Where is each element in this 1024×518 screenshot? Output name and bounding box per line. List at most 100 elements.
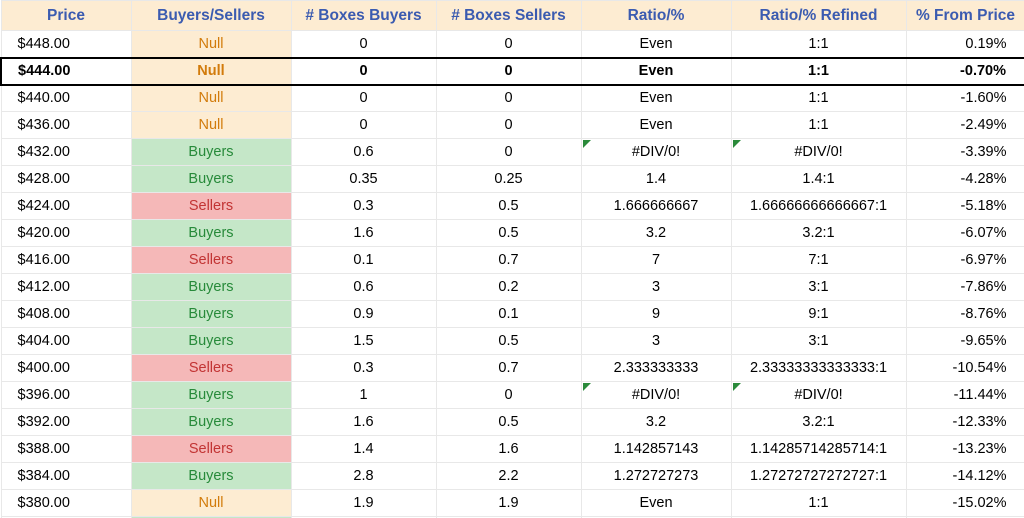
- table-row[interactable]: $396.00Buyers10#DIV/0!#DIV/0!-11.44%: [1, 382, 1024, 409]
- cell-pct[interactable]: -6.97%: [906, 247, 1024, 274]
- table-row[interactable]: $444.00Null00Even1:1-0.70%: [1, 58, 1024, 85]
- cell-buyers-sellers[interactable]: Buyers: [131, 301, 291, 328]
- cell-pct[interactable]: 0.19%: [906, 31, 1024, 58]
- cell-ratio[interactable]: Even: [581, 490, 731, 517]
- cell-price[interactable]: $412.00: [1, 274, 131, 301]
- cell-boxes-sellers[interactable]: 1.6: [436, 436, 581, 463]
- cell-pct[interactable]: -11.44%: [906, 382, 1024, 409]
- col-buyers-sellers[interactable]: Buyers/Sellers: [131, 1, 291, 31]
- cell-boxes-buyers[interactable]: 1.6: [291, 220, 436, 247]
- cell-ratio[interactable]: #DIV/0!: [581, 382, 731, 409]
- cell-ratio[interactable]: 9: [581, 301, 731, 328]
- cell-price[interactable]: $448.00: [1, 31, 131, 58]
- cell-buyers-sellers[interactable]: Null: [131, 58, 291, 85]
- cell-boxes-sellers[interactable]: 0.7: [436, 247, 581, 274]
- cell-buyers-sellers[interactable]: Buyers: [131, 463, 291, 490]
- table-row[interactable]: $436.00Null00Even1:1-2.49%: [1, 112, 1024, 139]
- col-price[interactable]: Price: [1, 1, 131, 31]
- cell-boxes-sellers[interactable]: 0.5: [436, 220, 581, 247]
- cell-ratio[interactable]: 2.333333333: [581, 355, 731, 382]
- cell-pct[interactable]: -13.23%: [906, 436, 1024, 463]
- cell-boxes-buyers[interactable]: 0.9: [291, 301, 436, 328]
- cell-boxes-sellers[interactable]: 0: [436, 85, 581, 112]
- cell-boxes-buyers[interactable]: 0: [291, 58, 436, 85]
- cell-ratio[interactable]: 7: [581, 247, 731, 274]
- cell-boxes-sellers[interactable]: 0.5: [436, 193, 581, 220]
- cell-price[interactable]: $388.00: [1, 436, 131, 463]
- cell-boxes-sellers[interactable]: 0: [436, 58, 581, 85]
- cell-price[interactable]: $432.00: [1, 139, 131, 166]
- cell-ratio-refined[interactable]: #DIV/0!: [731, 382, 906, 409]
- cell-pct[interactable]: -15.02%: [906, 490, 1024, 517]
- cell-ratio-refined[interactable]: 1.4:1: [731, 166, 906, 193]
- cell-boxes-sellers[interactable]: 0.25: [436, 166, 581, 193]
- cell-ratio[interactable]: 1.142857143: [581, 436, 731, 463]
- cell-boxes-buyers[interactable]: 0.35: [291, 166, 436, 193]
- cell-ratio-refined[interactable]: 1:1: [731, 490, 906, 517]
- table-row[interactable]: $448.00Null00Even1:10.19%: [1, 31, 1024, 58]
- cell-pct[interactable]: -12.33%: [906, 409, 1024, 436]
- cell-price[interactable]: $444.00: [1, 58, 131, 85]
- cell-ratio-refined[interactable]: 3:1: [731, 328, 906, 355]
- cell-boxes-sellers[interactable]: 1.9: [436, 490, 581, 517]
- cell-buyers-sellers[interactable]: Sellers: [131, 193, 291, 220]
- cell-boxes-buyers[interactable]: 0.6: [291, 274, 436, 301]
- cell-boxes-buyers[interactable]: 0: [291, 112, 436, 139]
- cell-boxes-buyers[interactable]: 0.3: [291, 193, 436, 220]
- cell-buyers-sellers[interactable]: Null: [131, 85, 291, 112]
- table-row[interactable]: $416.00Sellers0.10.777:1-6.97%: [1, 247, 1024, 274]
- col-ratio[interactable]: Ratio/%: [581, 1, 731, 31]
- cell-pct[interactable]: -2.49%: [906, 112, 1024, 139]
- cell-boxes-buyers[interactable]: 0: [291, 85, 436, 112]
- cell-price[interactable]: $400.00: [1, 355, 131, 382]
- cell-ratio[interactable]: 3: [581, 328, 731, 355]
- cell-price[interactable]: $424.00: [1, 193, 131, 220]
- cell-buyers-sellers[interactable]: Null: [131, 490, 291, 517]
- cell-boxes-buyers[interactable]: 1.6: [291, 409, 436, 436]
- cell-ratio[interactable]: Even: [581, 112, 731, 139]
- cell-pct[interactable]: -9.65%: [906, 328, 1024, 355]
- cell-price[interactable]: $408.00: [1, 301, 131, 328]
- table-row[interactable]: $420.00Buyers1.60.53.23.2:1-6.07%: [1, 220, 1024, 247]
- cell-ratio[interactable]: 1.4: [581, 166, 731, 193]
- cell-pct[interactable]: -5.18%: [906, 193, 1024, 220]
- table-row[interactable]: $404.00Buyers1.50.533:1-9.65%: [1, 328, 1024, 355]
- cell-ratio-refined[interactable]: 1.27272727272727:1: [731, 463, 906, 490]
- cell-buyers-sellers[interactable]: Buyers: [131, 139, 291, 166]
- cell-boxes-buyers[interactable]: 0.3: [291, 355, 436, 382]
- cell-price[interactable]: $392.00: [1, 409, 131, 436]
- cell-boxes-buyers[interactable]: 1.9: [291, 490, 436, 517]
- cell-boxes-sellers[interactable]: 0.5: [436, 409, 581, 436]
- cell-boxes-buyers[interactable]: 0: [291, 31, 436, 58]
- cell-ratio-refined[interactable]: 1:1: [731, 58, 906, 85]
- table-row[interactable]: $424.00Sellers0.30.51.6666666671.6666666…: [1, 193, 1024, 220]
- cell-boxes-buyers[interactable]: 0.6: [291, 139, 436, 166]
- table-row[interactable]: $392.00Buyers1.60.53.23.2:1-12.33%: [1, 409, 1024, 436]
- cell-pct[interactable]: -3.39%: [906, 139, 1024, 166]
- cell-price[interactable]: $436.00: [1, 112, 131, 139]
- cell-ratio-refined[interactable]: 7:1: [731, 247, 906, 274]
- table-row[interactable]: $412.00Buyers0.60.233:1-7.86%: [1, 274, 1024, 301]
- cell-ratio-refined[interactable]: #DIV/0!: [731, 139, 906, 166]
- table-row[interactable]: $380.00Null1.91.9Even1:1-15.02%: [1, 490, 1024, 517]
- cell-ratio-refined[interactable]: 3.2:1: [731, 409, 906, 436]
- cell-boxes-sellers[interactable]: 0.5: [436, 328, 581, 355]
- cell-price[interactable]: $428.00: [1, 166, 131, 193]
- cell-ratio-refined[interactable]: 3:1: [731, 274, 906, 301]
- table-row[interactable]: $384.00Buyers2.82.21.2727272731.27272727…: [1, 463, 1024, 490]
- table-row[interactable]: $388.00Sellers1.41.61.1428571431.1428571…: [1, 436, 1024, 463]
- cell-pct[interactable]: -6.07%: [906, 220, 1024, 247]
- cell-price[interactable]: $380.00: [1, 490, 131, 517]
- cell-buyers-sellers[interactable]: Null: [131, 31, 291, 58]
- cell-boxes-sellers[interactable]: 2.2: [436, 463, 581, 490]
- cell-buyers-sellers[interactable]: Buyers: [131, 166, 291, 193]
- cell-pct[interactable]: -0.70%: [906, 58, 1024, 85]
- cell-ratio[interactable]: 3: [581, 274, 731, 301]
- cell-price[interactable]: $440.00: [1, 85, 131, 112]
- cell-pct[interactable]: -10.54%: [906, 355, 1024, 382]
- cell-boxes-buyers[interactable]: 1.4: [291, 436, 436, 463]
- cell-buyers-sellers[interactable]: Buyers: [131, 382, 291, 409]
- cell-price[interactable]: $420.00: [1, 220, 131, 247]
- cell-boxes-buyers[interactable]: 1: [291, 382, 436, 409]
- col-pct-from-price[interactable]: % From Price: [906, 1, 1024, 31]
